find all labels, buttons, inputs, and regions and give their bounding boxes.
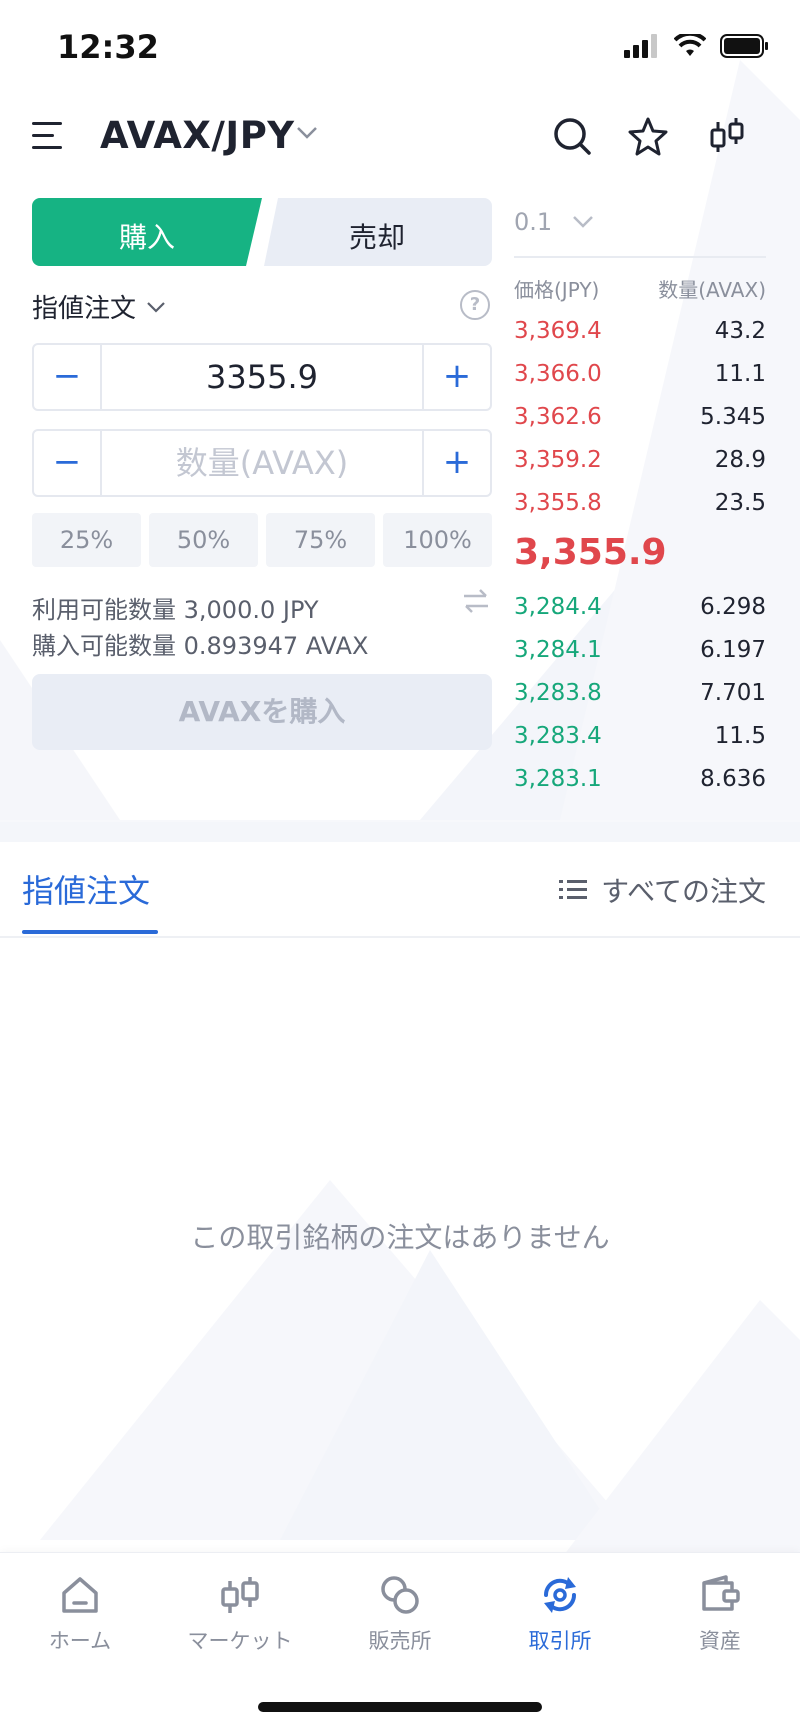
ask-price: 3,355.8 (514, 490, 602, 516)
section-divider (0, 822, 800, 842)
nav-item-home[interactable]: ホーム (0, 1573, 160, 1655)
tabs-divider (0, 936, 800, 938)
orderbook-divider (514, 256, 766, 258)
all-orders-label: すべての注文 (601, 875, 766, 908)
bid-row[interactable]: 3,284.1 6.197 (514, 637, 766, 673)
ask-row[interactable]: 3,359.2 28.9 (514, 447, 766, 483)
menu-icon[interactable] (32, 120, 64, 150)
quantity-stepper: − 数量(AVAX) + (32, 429, 492, 497)
ask-price: 3,359.2 (514, 447, 602, 473)
market-icon (221, 1577, 259, 1613)
orderbook-price-header: 価格(JPY) (514, 278, 600, 302)
tab-limit-orders[interactable]: 指値注文 (22, 866, 150, 912)
available-balance: 利用可能数量 3,000.0 JPY (32, 596, 319, 624)
ask-qty: 43.2 (714, 318, 766, 344)
header: AVAX/JPY (0, 100, 800, 172)
status-bar: 12:32 (0, 0, 800, 96)
star-icon[interactable] (628, 116, 668, 156)
active-tab-indicator (22, 930, 158, 934)
percent-25-button[interactable]: 25% (32, 513, 141, 567)
ask-qty: 23.5 (714, 490, 766, 516)
buy-tab-label: 購入 (118, 221, 175, 254)
submit-buy-button[interactable]: AVAXを購入 (32, 674, 492, 750)
bid-row[interactable]: 3,283.4 11.5 (514, 723, 766, 759)
bid-price: 3,283.4 (514, 723, 602, 749)
bid-price: 3,283.8 (514, 680, 602, 706)
candlestick-chart-icon[interactable] (706, 116, 746, 156)
bid-qty: 8.636 (700, 766, 766, 792)
search-icon[interactable] (552, 116, 592, 156)
percent-50-button[interactable]: 50% (149, 513, 258, 567)
home-indicator (258, 1702, 542, 1712)
nav-item-market[interactable]: マーケット (160, 1573, 320, 1655)
chevron-down-icon[interactable] (296, 126, 318, 140)
bid-qty: 7.701 (700, 680, 766, 706)
quantity-increase-button[interactable]: + (422, 431, 490, 495)
empty-orders-message: この取引銘柄の注文はありません (190, 1221, 610, 1254)
bid-price: 3,284.4 (514, 594, 602, 620)
signal-icon (624, 34, 657, 58)
ask-qty: 11.1 (714, 361, 766, 387)
orderbook-step-value: 0.1 (514, 208, 553, 236)
price-increase-button[interactable]: + (422, 345, 490, 409)
chevron-down-icon (573, 216, 594, 228)
help-icon[interactable]: ? (460, 290, 490, 320)
ask-row[interactable]: 3,362.6 5.345 (514, 404, 766, 440)
bid-row[interactable]: 3,283.1 8.636 (514, 766, 766, 802)
buy-tab-text-wrap: 購入 (32, 198, 262, 266)
orderbook-step-selector[interactable]: 0.1 (514, 208, 594, 236)
bid-price: 3,284.1 (514, 637, 602, 663)
price-decrease-button[interactable]: − (34, 345, 102, 409)
pair-selector[interactable]: AVAX/JPY (100, 114, 295, 157)
percent-100-button[interactable]: 100% (383, 513, 492, 567)
bid-qty: 6.197 (700, 637, 766, 663)
nav-item-assets[interactable]: 資産 (640, 1573, 800, 1655)
nav-label: ホーム (48, 1629, 112, 1653)
chevron-down-icon (147, 301, 165, 313)
ask-price: 3,362.6 (514, 404, 602, 430)
quantity-input[interactable]: 数量(AVAX) (104, 431, 420, 495)
trade-icon (543, 1577, 577, 1613)
ask-qty: 5.345 (700, 404, 766, 430)
order-type-label: 指値注文 (32, 294, 137, 324)
ask-row[interactable]: 3,366.0 11.1 (514, 361, 766, 397)
battery-icon (720, 34, 768, 58)
percent-buttons: 25% 50% 75% 100% (32, 513, 492, 567)
all-orders-link[interactable]: すべての注文 (559, 870, 766, 910)
buyable-amount: 購入可能数量 0.893947 AVAX (32, 632, 369, 660)
bid-qty: 6.298 (700, 594, 766, 620)
ask-qty: 28.9 (714, 447, 766, 473)
ask-row[interactable]: 3,369.4 43.2 (514, 318, 766, 354)
sell-tab-text-wrap: 売却 (262, 198, 492, 266)
price-stepper: − 3355.9 + (32, 343, 492, 411)
price-input[interactable]: 3355.9 (104, 345, 420, 409)
system-icons (624, 34, 770, 58)
nav-item-exchange-office[interactable]: 販売所 (320, 1573, 480, 1655)
percent-75-button[interactable]: 75% (266, 513, 375, 567)
nav-label: マーケット (187, 1629, 293, 1653)
last-price[interactable]: 3,355.9 (514, 532, 667, 573)
nav-item-trade[interactable]: 取引所 (480, 1573, 640, 1655)
nav-label: 資産 (699, 1629, 741, 1653)
nav-label: 取引所 (528, 1629, 592, 1653)
exchange-office-icon (381, 1576, 419, 1614)
nav-label: 販売所 (368, 1629, 432, 1653)
sell-tab-label: 売却 (348, 221, 405, 254)
wallet-icon (702, 1575, 740, 1611)
home-icon (62, 1577, 98, 1613)
ask-price: 3,369.4 (514, 318, 602, 344)
bid-row[interactable]: 3,283.8 7.701 (514, 680, 766, 716)
ask-row[interactable]: 3,355.8 23.5 (514, 490, 766, 526)
list-icon (559, 880, 588, 899)
wifi-icon (674, 34, 706, 56)
orderbook-qty-header: 数量(AVAX) (658, 278, 766, 302)
swap-icon[interactable] (462, 588, 490, 614)
ask-price: 3,366.0 (514, 361, 602, 387)
quantity-decrease-button[interactable]: − (34, 431, 102, 495)
bid-qty: 11.5 (714, 723, 766, 749)
bid-row[interactable]: 3,284.4 6.298 (514, 594, 766, 630)
status-time: 12:32 (57, 28, 159, 66)
order-type-selector[interactable]: 指値注文 (32, 288, 166, 325)
bid-price: 3,283.1 (514, 766, 602, 792)
